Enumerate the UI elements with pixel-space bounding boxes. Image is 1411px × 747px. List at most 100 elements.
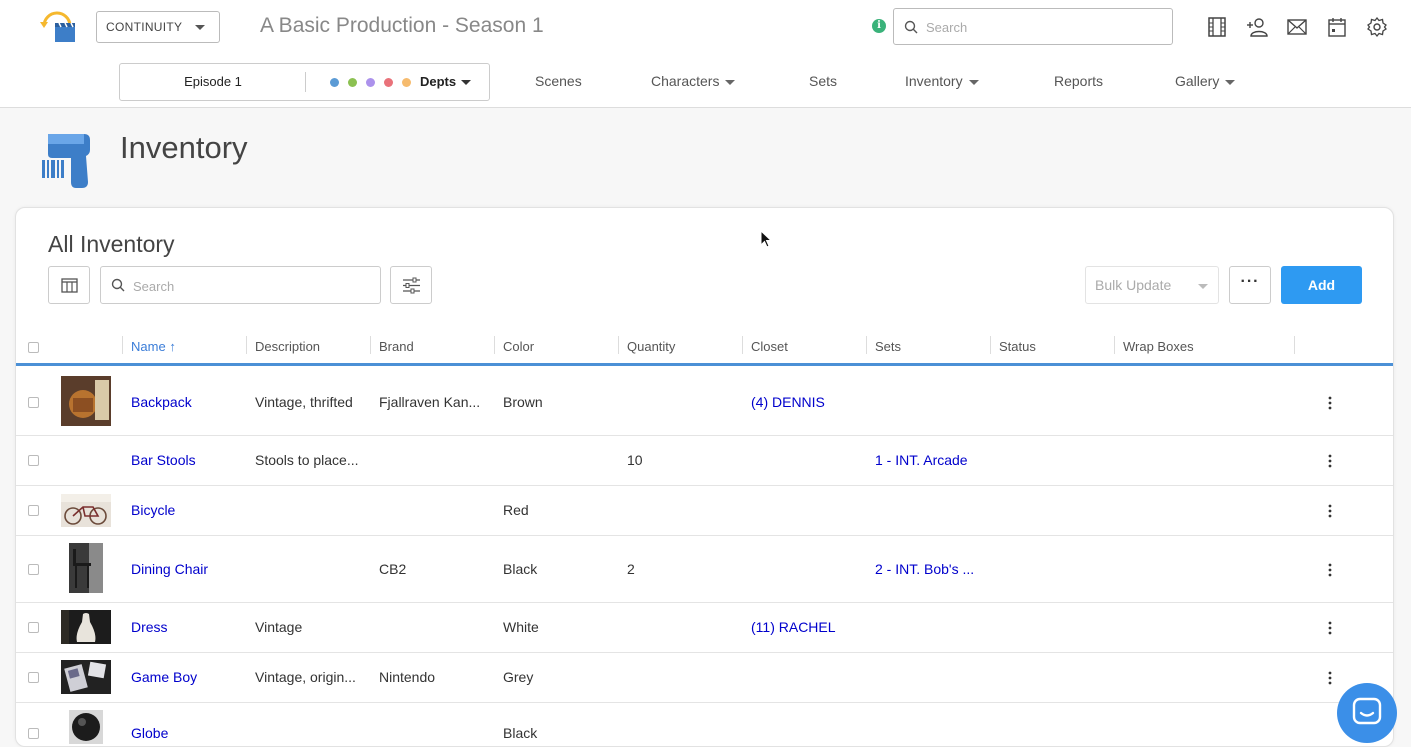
global-search-input[interactable] xyxy=(926,17,1161,37)
item-name-link[interactable]: Bar Stools xyxy=(131,452,196,468)
row-checkbox[interactable] xyxy=(28,622,39,633)
nav-gallery[interactable]: Gallery xyxy=(1175,73,1236,89)
item-name-link[interactable]: Globe xyxy=(131,725,168,741)
row-checkbox[interactable] xyxy=(28,728,39,739)
nav-sets[interactable]: Sets xyxy=(809,73,837,89)
chevron-down-icon xyxy=(1198,284,1208,289)
item-thumbnail[interactable] xyxy=(61,494,111,527)
bulk-update-label: Bulk Update xyxy=(1095,277,1172,293)
item-name-link[interactable]: Game Boy xyxy=(131,669,197,685)
search-icon xyxy=(111,278,125,292)
column-separator xyxy=(1294,336,1295,354)
row-checkbox[interactable] xyxy=(28,397,39,408)
depts-dropdown[interactable]: Depts xyxy=(420,64,472,100)
column-separator xyxy=(990,336,991,354)
nav-inventory[interactable]: Inventory xyxy=(905,73,979,89)
row-menu-icon[interactable] xyxy=(1328,454,1332,468)
table-row[interactable]: Backpack Vintage, thrifted Fjallraven Ka… xyxy=(16,369,1393,436)
gear-icon[interactable] xyxy=(1366,16,1388,38)
row-checkbox[interactable] xyxy=(28,672,39,683)
item-color: White xyxy=(503,619,539,635)
columns-button[interactable] xyxy=(48,266,90,304)
production-title: A Basic Production - Season 1 xyxy=(260,14,544,37)
chevron-down-icon xyxy=(725,79,736,85)
production-select[interactable]: CONTINUITY xyxy=(96,11,220,43)
film-icon[interactable] xyxy=(1206,16,1228,38)
mail-icon[interactable] xyxy=(1286,16,1308,38)
table-row[interactable]: Globe Black xyxy=(16,703,1393,746)
row-menu-icon[interactable] xyxy=(1328,563,1332,577)
episode-select[interactable]: Episode 1 xyxy=(120,64,306,100)
row-menu-icon[interactable] xyxy=(1328,396,1332,410)
item-color: Black xyxy=(503,561,538,577)
table-row[interactable]: Bar Stools Stools to place... 10 1 - INT… xyxy=(16,436,1393,486)
col-brand-header[interactable]: Brand xyxy=(379,339,414,354)
item-sets-link[interactable]: 1 - INT. Arcade xyxy=(875,452,968,468)
top-bar: CONTINUITY A Basic Production - Season 1… xyxy=(0,0,1411,108)
continuity-logo-icon[interactable] xyxy=(38,8,78,44)
global-search[interactable] xyxy=(893,8,1173,45)
row-menu-icon[interactable] xyxy=(1328,621,1332,635)
panel-title: All Inventory xyxy=(48,231,175,257)
column-separator xyxy=(618,336,619,354)
col-sets-header[interactable]: Sets xyxy=(875,339,901,354)
item-thumbnail[interactable] xyxy=(69,543,103,593)
add-person-icon[interactable] xyxy=(1246,16,1268,38)
select-all-checkbox[interactable] xyxy=(28,342,39,353)
table-row[interactable]: Bicycle Red xyxy=(16,486,1393,536)
episode-dept-selector: Episode 1 Depts xyxy=(119,63,490,101)
bulk-update-dropdown[interactable]: Bulk Update xyxy=(1085,266,1219,304)
item-color: Red xyxy=(503,502,529,518)
nav-characters-label: Characters xyxy=(651,73,720,89)
column-separator xyxy=(742,336,743,354)
inventory-search[interactable] xyxy=(100,266,381,304)
nav-scenes[interactable]: Scenes xyxy=(535,73,582,89)
item-name-link[interactable]: Backpack xyxy=(131,394,192,410)
nav-inventory-label: Inventory xyxy=(905,73,963,89)
item-thumbnail[interactable] xyxy=(61,376,111,426)
item-name-link[interactable]: Bicycle xyxy=(131,502,175,518)
more-options-button[interactable]: ··· xyxy=(1229,266,1271,304)
item-brand: Nintendo xyxy=(379,669,436,685)
divider xyxy=(305,72,306,92)
add-button[interactable]: Add xyxy=(1281,266,1362,304)
col-color-header[interactable]: Color xyxy=(503,339,534,354)
col-quantity-header[interactable]: Quantity xyxy=(627,339,675,354)
item-name-link[interactable]: Dress xyxy=(131,619,168,635)
col-name-header[interactable]: Name ↑ xyxy=(131,339,176,354)
nav-reports-label: Reports xyxy=(1054,73,1104,89)
item-closet-link[interactable]: (11) RACHEL xyxy=(751,619,836,635)
row-checkbox[interactable] xyxy=(28,564,39,575)
chevron-down-icon xyxy=(195,25,205,30)
chevron-down-icon xyxy=(1225,79,1236,85)
item-thumbnail[interactable] xyxy=(61,610,111,644)
item-description: Stools to place... xyxy=(255,452,359,468)
calendar-icon[interactable] xyxy=(1326,16,1348,38)
item-thumbnail[interactable] xyxy=(69,710,103,744)
row-menu-icon[interactable] xyxy=(1328,671,1332,685)
info-icon[interactable]: i xyxy=(872,19,886,33)
table-row[interactable]: Dress Vintage White (11) RACHEL xyxy=(16,603,1393,653)
item-name-link[interactable]: Dining Chair xyxy=(131,561,208,577)
table-row[interactable]: Dining Chair CB2 Black 2 2 - INT. Bob's … xyxy=(16,536,1393,603)
row-menu-icon[interactable] xyxy=(1328,504,1332,518)
chat-icon xyxy=(1352,697,1382,725)
col-closet-header[interactable]: Closet xyxy=(751,339,788,354)
filter-button[interactable] xyxy=(390,266,432,304)
item-closet-link[interactable]: (4) DENNIS xyxy=(751,394,825,410)
row-checkbox[interactable] xyxy=(28,505,39,516)
nav-characters[interactable]: Characters xyxy=(651,73,736,89)
col-name-label: Name xyxy=(131,339,166,354)
columns-icon xyxy=(61,278,78,293)
chat-launcher[interactable] xyxy=(1337,683,1397,743)
item-description: Vintage, origin... xyxy=(255,669,356,685)
inventory-search-input[interactable] xyxy=(133,276,368,296)
nav-reports[interactable]: Reports xyxy=(1054,73,1103,89)
item-sets-link[interactable]: 2 - INT. Bob's ... xyxy=(875,561,974,577)
col-wrap-boxes-header[interactable]: Wrap Boxes xyxy=(1123,339,1194,354)
item-thumbnail[interactable] xyxy=(61,660,111,694)
col-status-header[interactable]: Status xyxy=(999,339,1036,354)
col-description-header[interactable]: Description xyxy=(255,339,320,354)
table-row[interactable]: Game Boy Vintage, origin... Nintendo Gre… xyxy=(16,653,1393,703)
row-checkbox[interactable] xyxy=(28,455,39,466)
